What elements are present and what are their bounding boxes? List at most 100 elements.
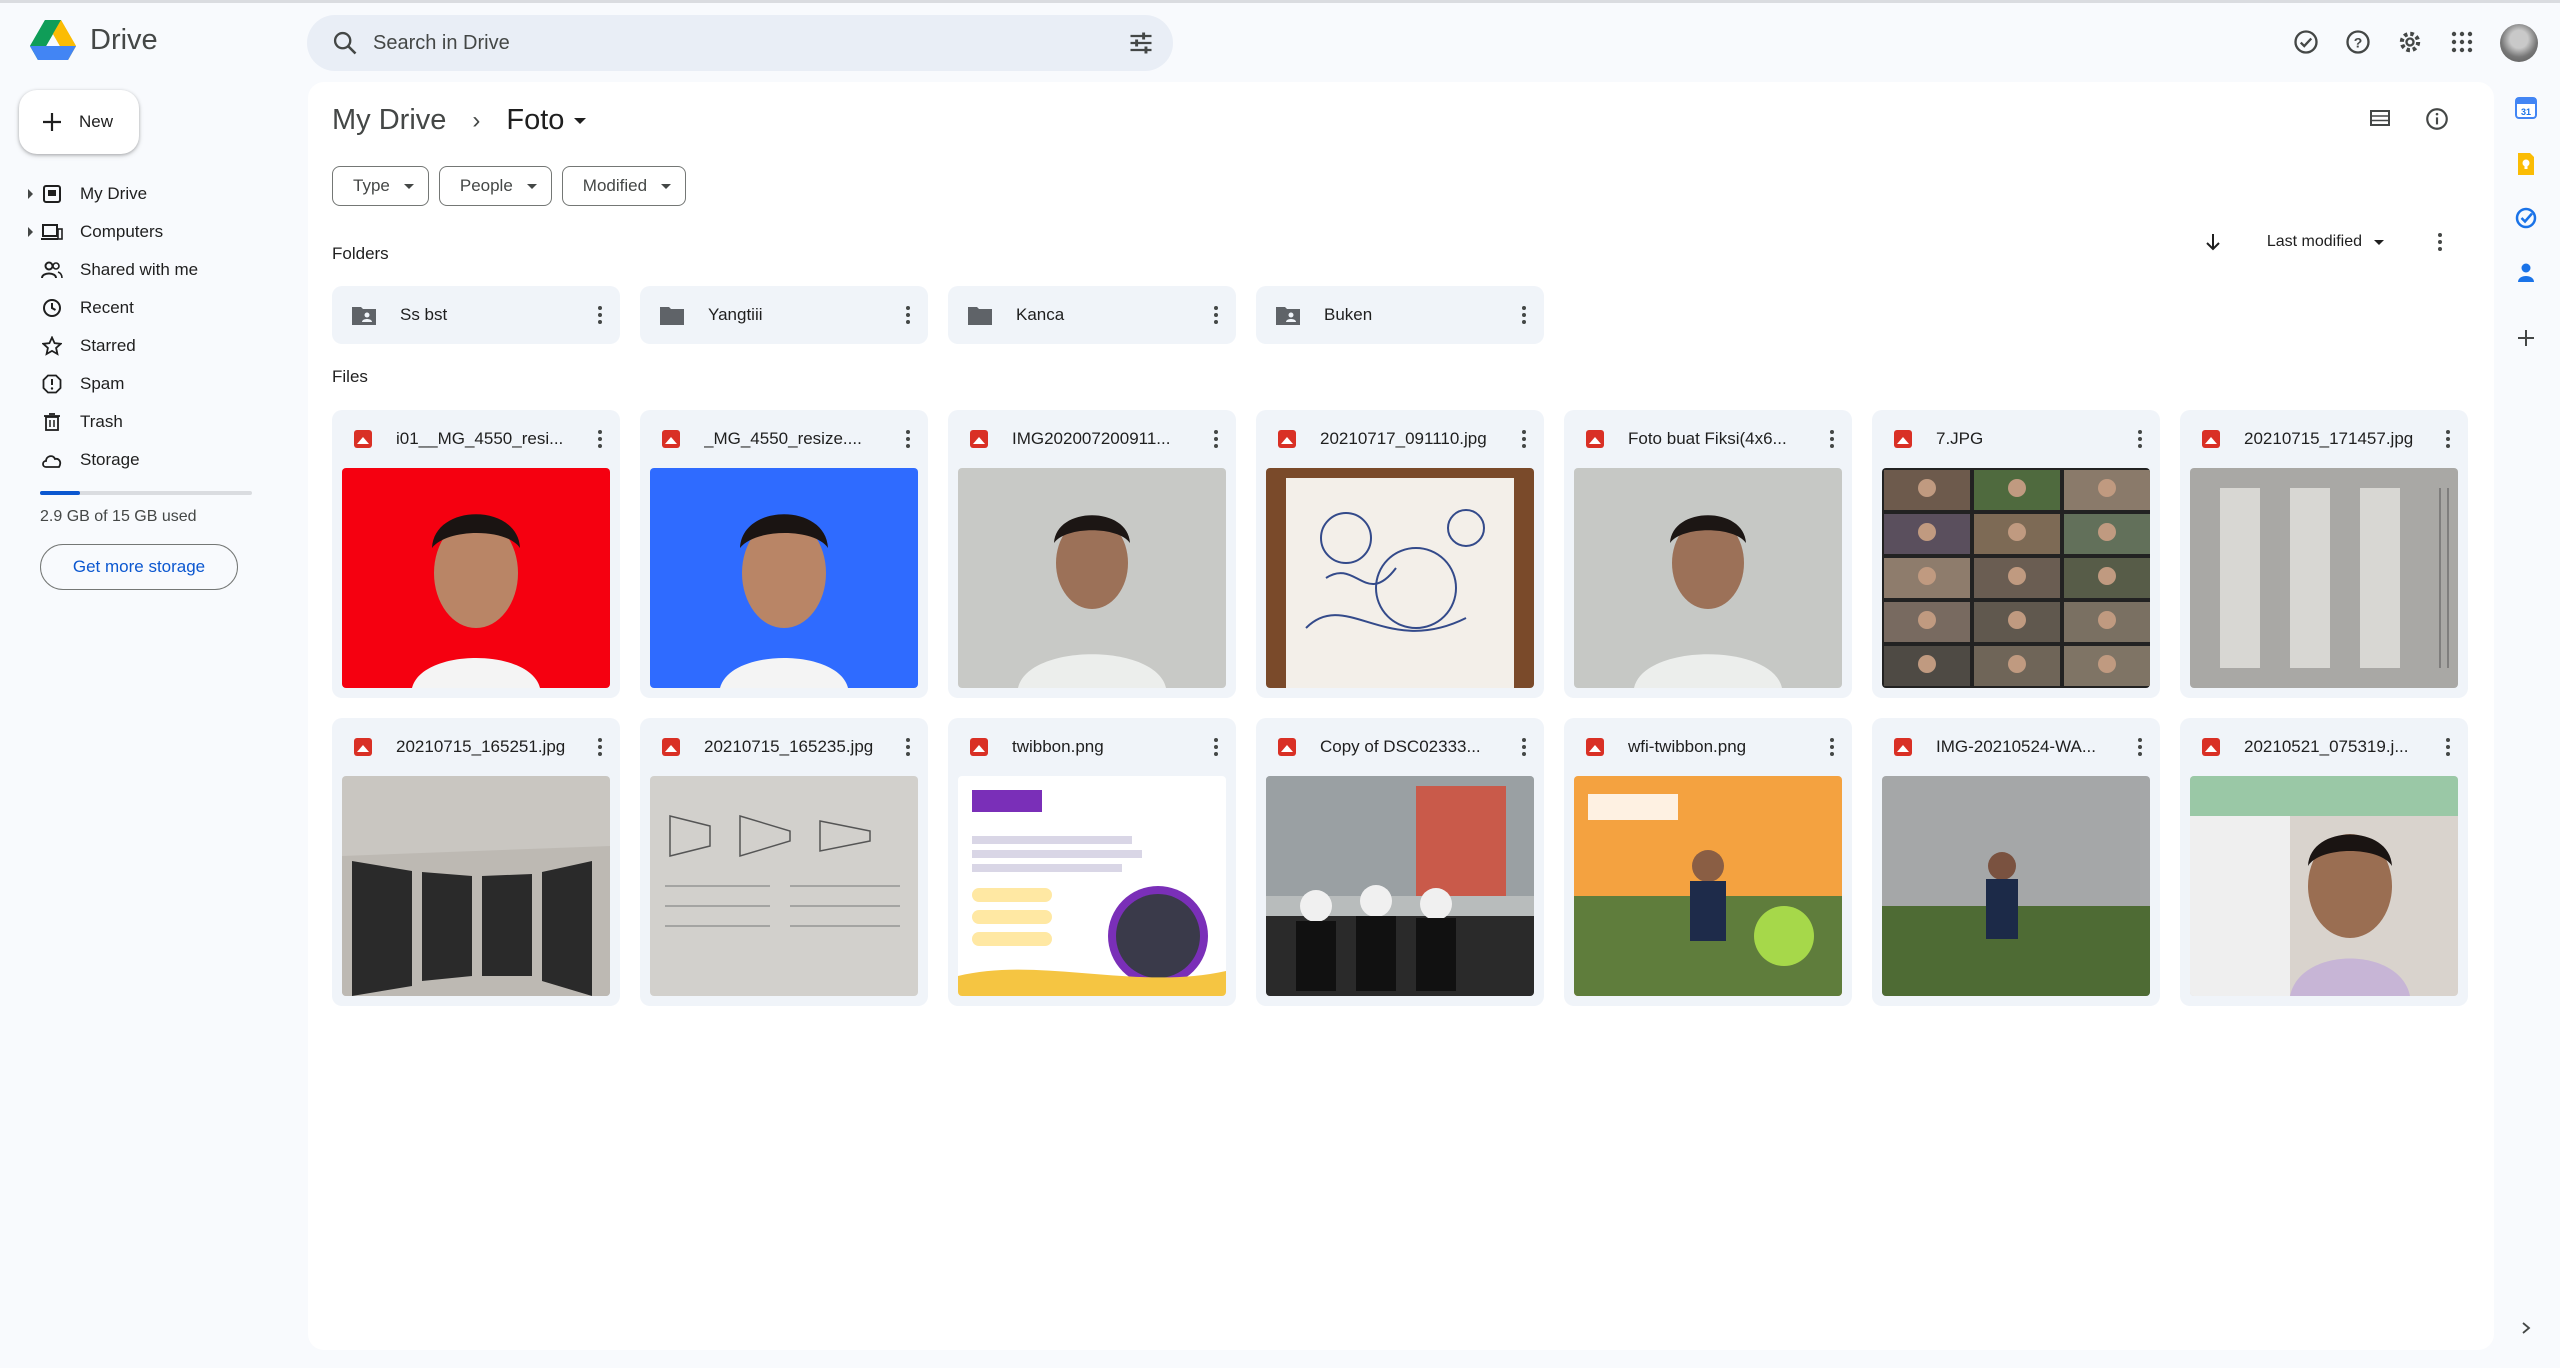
file-card[interactable]: 20210717_091110.jpg bbox=[1256, 410, 1544, 698]
folder-item[interactable]: Kanca bbox=[948, 286, 1236, 344]
file-thumbnail[interactable] bbox=[2190, 776, 2458, 996]
sidebar-item-computers[interactable]: Computers bbox=[0, 213, 300, 251]
file-thumbnail[interactable] bbox=[958, 776, 1226, 996]
filter-modified-chip[interactable]: Modified bbox=[561, 166, 687, 206]
file-card[interactable]: wfi-twibbon.png bbox=[1564, 718, 1852, 1006]
filter-type-chip[interactable]: Type bbox=[332, 166, 429, 206]
folder-item[interactable]: Buken bbox=[1256, 286, 1544, 344]
more-options-icon[interactable] bbox=[1830, 430, 1834, 448]
file-card[interactable]: Foto buat Fiksi(4x6... bbox=[1564, 410, 1852, 698]
file-thumbnail[interactable] bbox=[342, 776, 610, 996]
more-options-icon[interactable] bbox=[906, 430, 910, 448]
file-card[interactable]: 20210521_075319.j... bbox=[2180, 718, 2468, 1006]
settings-gear-icon[interactable] bbox=[2390, 22, 2430, 62]
search-input[interactable] bbox=[373, 25, 1073, 61]
more-options-icon[interactable] bbox=[2138, 738, 2142, 756]
sort-by-dropdown[interactable]: Last modified bbox=[2267, 233, 2384, 251]
file-card[interactable]: 7.JPG bbox=[1872, 410, 2160, 698]
new-button[interactable]: New bbox=[19, 90, 139, 154]
file-card[interactable]: 20210715_165235.jpg bbox=[640, 718, 928, 1006]
filter-people-chip[interactable]: People bbox=[438, 166, 552, 206]
more-options-icon[interactable] bbox=[2446, 738, 2450, 756]
file-card[interactable]: _MG_4550_resize.... bbox=[640, 410, 928, 698]
folder-item[interactable]: Yangtiii bbox=[640, 286, 928, 344]
more-options-icon[interactable] bbox=[1522, 306, 1526, 324]
file-name: 20210715_165235.jpg bbox=[704, 737, 874, 756]
file-name: 20210715_165251.jpg bbox=[396, 737, 566, 756]
folder-icon bbox=[660, 307, 684, 325]
more-options-icon[interactable] bbox=[1830, 738, 1834, 756]
account-avatar[interactable] bbox=[2500, 24, 2538, 62]
help-icon[interactable]: ? bbox=[2338, 22, 2378, 62]
chevron-right-icon[interactable] bbox=[2508, 1310, 2544, 1346]
file-thumbnail[interactable] bbox=[2190, 468, 2458, 688]
file-thumbnail[interactable] bbox=[1266, 776, 1534, 996]
expand-caret-icon[interactable] bbox=[28, 227, 33, 237]
sidebar-item-storage[interactable]: Storage bbox=[0, 441, 300, 479]
my-drive-icon bbox=[40, 182, 64, 206]
file-thumbnail[interactable] bbox=[1882, 468, 2150, 688]
file-card[interactable]: IMG-20210524-WA... bbox=[1872, 718, 2160, 1006]
get-more-storage-button[interactable]: Get more storage bbox=[40, 544, 238, 590]
more-options-icon[interactable] bbox=[2438, 233, 2442, 251]
drive-logo[interactable]: Drive bbox=[30, 20, 158, 60]
search-options-icon[interactable] bbox=[1127, 29, 1155, 57]
sidebar-item-recent[interactable]: Recent bbox=[0, 289, 300, 327]
sort-direction-arrow-icon[interactable] bbox=[2203, 232, 2223, 252]
file-thumbnail[interactable] bbox=[1882, 776, 2150, 996]
file-card[interactable]: 20210715_171457.jpg bbox=[2180, 410, 2468, 698]
ready-offline-icon[interactable] bbox=[2286, 22, 2326, 62]
more-options-icon[interactable] bbox=[598, 738, 602, 756]
file-card-header: IMG-20210524-WA... bbox=[1872, 718, 2160, 776]
file-thumbnail[interactable] bbox=[1266, 468, 1534, 688]
list-view-icon[interactable] bbox=[2368, 106, 2392, 135]
file-thumbnail[interactable] bbox=[1574, 468, 1842, 688]
details-info-icon[interactable] bbox=[2424, 106, 2450, 137]
file-thumbnail[interactable] bbox=[342, 468, 610, 688]
more-options-icon[interactable] bbox=[598, 306, 602, 324]
more-options-icon[interactable] bbox=[1214, 306, 1218, 324]
image-file-icon bbox=[2202, 738, 2220, 756]
folder-menu-dropdown-icon[interactable] bbox=[574, 117, 587, 124]
more-options-icon[interactable] bbox=[2138, 430, 2142, 448]
more-options-icon[interactable] bbox=[598, 430, 602, 448]
more-options-icon[interactable] bbox=[1522, 738, 1526, 756]
keep-icon[interactable] bbox=[2508, 146, 2544, 182]
get-add-ons-plus-icon[interactable] bbox=[2508, 320, 2544, 356]
spam-icon bbox=[40, 372, 64, 396]
image-file-icon bbox=[970, 430, 988, 448]
sidebar-item-trash[interactable]: Trash bbox=[0, 403, 300, 441]
sort-label: Last modified bbox=[2266, 233, 2362, 250]
calendar-icon[interactable]: 31 bbox=[2508, 90, 2544, 126]
search-bar[interactable] bbox=[307, 15, 1173, 71]
more-options-icon[interactable] bbox=[2446, 430, 2450, 448]
apps-grid-icon[interactable] bbox=[2442, 22, 2482, 62]
file-card[interactable]: 20210715_165251.jpg bbox=[332, 718, 620, 1006]
search-icon[interactable] bbox=[331, 29, 359, 57]
more-options-icon[interactable] bbox=[1522, 430, 1526, 448]
folder-item[interactable]: Ss bst bbox=[332, 286, 620, 344]
expand-caret-icon[interactable] bbox=[28, 189, 33, 199]
sort-controls: Last modified bbox=[2203, 232, 2442, 252]
sidebar-item-starred[interactable]: Starred bbox=[0, 327, 300, 365]
svg-text:?: ? bbox=[2354, 34, 2363, 50]
more-options-icon[interactable] bbox=[1214, 430, 1218, 448]
more-options-icon[interactable] bbox=[906, 306, 910, 324]
file-thumbnail[interactable] bbox=[958, 468, 1226, 688]
file-thumbnail[interactable] bbox=[650, 468, 918, 688]
file-card[interactable]: IMG202007200911... bbox=[948, 410, 1236, 698]
file-thumbnail[interactable] bbox=[1574, 776, 1842, 996]
more-options-icon[interactable] bbox=[906, 738, 910, 756]
file-card[interactable]: Copy of DSC02333... bbox=[1256, 718, 1544, 1006]
more-options-icon[interactable] bbox=[1214, 738, 1218, 756]
file-card[interactable]: twibbon.png bbox=[948, 718, 1236, 1006]
file-thumbnail[interactable] bbox=[650, 776, 918, 996]
file-card[interactable]: i01__MG_4550_resi... bbox=[332, 410, 620, 698]
tasks-icon[interactable] bbox=[2508, 200, 2544, 236]
sidebar-item-shared-with-me[interactable]: Shared with me bbox=[0, 251, 300, 289]
breadcrumb-current[interactable]: Foto bbox=[506, 104, 564, 137]
sidebar-item-my-drive[interactable]: My Drive bbox=[0, 175, 300, 213]
breadcrumb-root[interactable]: My Drive bbox=[332, 104, 446, 137]
contacts-icon[interactable] bbox=[2508, 254, 2544, 290]
sidebar-item-spam[interactable]: Spam bbox=[0, 365, 300, 403]
